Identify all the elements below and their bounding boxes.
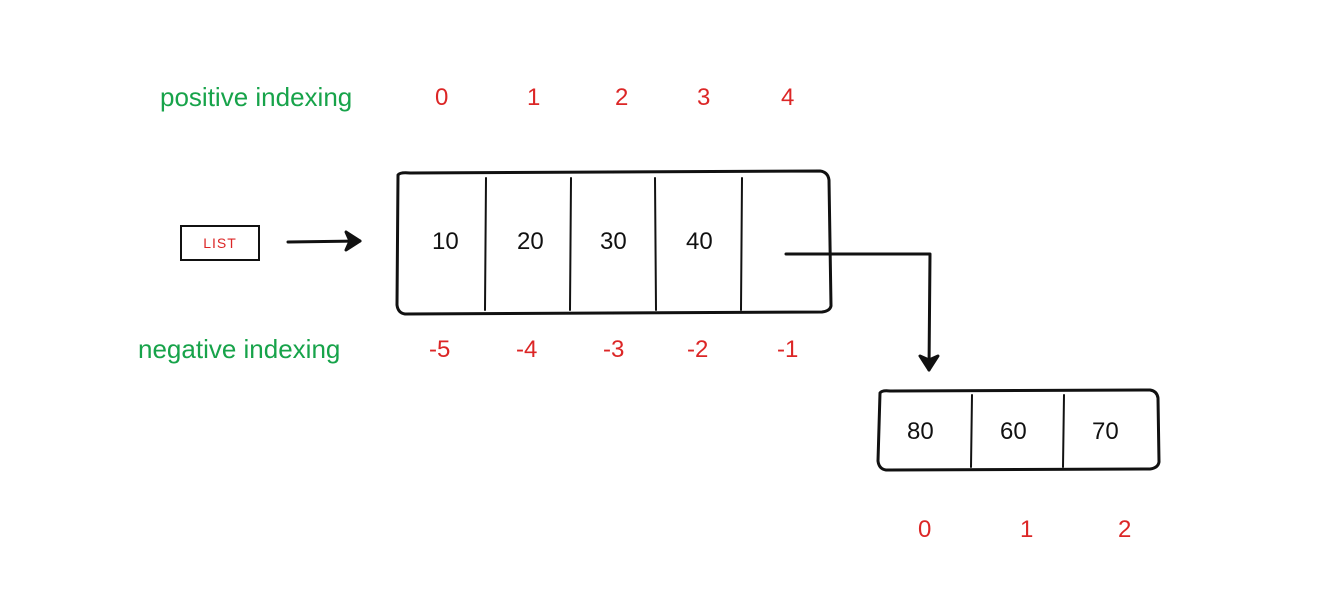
nested-index-1: 1 (1020, 516, 1033, 544)
main-cell-2: 30 (600, 228, 627, 256)
neg-index-3: -2 (687, 336, 708, 364)
pos-index-3: 3 (697, 84, 710, 112)
main-cell-3: 40 (686, 228, 713, 256)
nested-cell-0: 80 (907, 418, 934, 446)
main-cell-1: 20 (517, 228, 544, 256)
positive-indexing-label: positive indexing (160, 82, 352, 113)
nested-index-0: 0 (918, 516, 931, 544)
pos-index-0: 0 (435, 84, 448, 112)
main-cell-0: 10 (432, 228, 459, 256)
nested-cell-2: 70 (1092, 418, 1119, 446)
list-box-label: LIST (180, 225, 260, 261)
pos-index-4: 4 (781, 84, 794, 112)
neg-index-4: -1 (777, 336, 798, 364)
negative-indexing-label: negative indexing (138, 334, 340, 365)
pos-index-1: 1 (527, 84, 540, 112)
nested-index-2: 2 (1118, 516, 1131, 544)
neg-index-1: -4 (516, 336, 537, 364)
nested-cell-1: 60 (1000, 418, 1027, 446)
neg-index-2: -3 (603, 336, 624, 364)
neg-index-0: -5 (429, 336, 450, 364)
pos-index-2: 2 (615, 84, 628, 112)
